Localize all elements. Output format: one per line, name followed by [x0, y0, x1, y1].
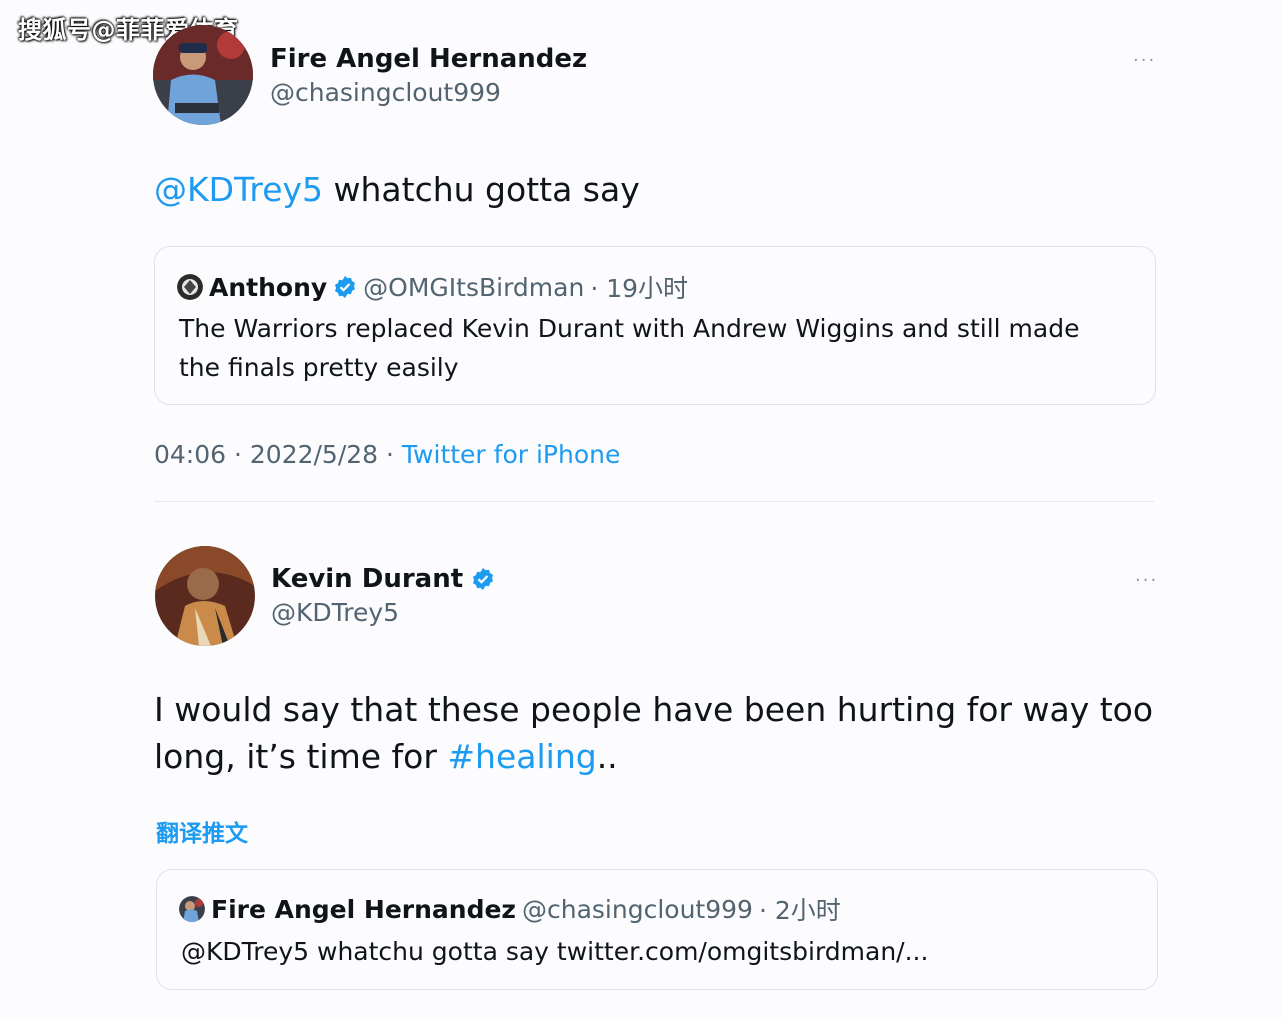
quoted-tweet-body: The Warriors replaced Kevin Durant with … — [179, 314, 1080, 382]
hashtag-link[interactable]: #healing — [447, 737, 596, 776]
tweet-line-2: long, it’s time for #healing.. — [154, 733, 1154, 780]
tweet-suffix: .. — [596, 737, 618, 776]
quoted-tweet-card[interactable]: Anthony @OMGItsBirdman · 19小时 The Warrio… — [154, 246, 1156, 405]
quoted-author-name-2: Fire Angel Hernandez — [211, 894, 516, 924]
quoted-time: · 19小时 — [590, 274, 689, 303]
quoted-avatar — [177, 274, 203, 300]
more-options-icon[interactable]: ··· — [1135, 570, 1158, 591]
mini-avatar-icon — [179, 896, 205, 922]
quoted-tweet-header: Anthony @OMGItsBirdman · 19小时 — [177, 269, 688, 305]
quoted-time-2: · 2小时 — [758, 896, 841, 925]
kd-photo-icon — [155, 546, 255, 646]
author-name-text: Kevin Durant — [271, 564, 464, 594]
tweet-timestamp: 04:06 · 2022/5/28 · — [154, 440, 402, 469]
quoted-avatar-2 — [179, 896, 205, 922]
quoted-tweet-card-2[interactable]: Fire Angel Hernandez @chasingclout999 · … — [156, 869, 1158, 990]
tweet-line-2-prefix: long, it’s time for — [154, 737, 448, 776]
mini-avatar-icon — [177, 274, 203, 300]
author-name-text: Fire Angel Hernandez — [270, 44, 588, 74]
avatar-fire-angel[interactable] — [153, 25, 253, 125]
tweet-body: whatchu gotta say — [323, 170, 640, 209]
author-name-kd[interactable]: Kevin Durant — [271, 564, 495, 594]
tweet-text-kd: I would say that these people have been … — [154, 686, 1154, 780]
quoted-author-handle: @OMGItsBirdman — [363, 272, 585, 302]
verified-badge-icon — [473, 568, 494, 590]
verified-badge-icon — [335, 276, 356, 298]
tweet-meta: 04:06 · 2022/5/28 · Twitter for iPhone — [154, 440, 620, 469]
more-options-icon[interactable]: ··· — [1133, 50, 1156, 71]
quoted-tweet-header-2: Fire Angel Hernandez @chasingclout999 · … — [179, 891, 841, 927]
tweet-line-1: I would say that these people have been … — [154, 690, 1154, 729]
quoted-author-name: Anthony — [209, 272, 328, 302]
mention-link[interactable]: @KDTrey5 — [154, 170, 323, 209]
tweet-source-link[interactable]: Twitter for iPhone — [402, 440, 620, 469]
umpire-photo-icon — [153, 25, 253, 125]
author-name[interactable]: Fire Angel Hernandez — [270, 44, 587, 74]
author-handle-kd[interactable]: @KDTrey5 — [271, 598, 399, 627]
translate-tweet-link[interactable]: 翻译推文 — [156, 814, 248, 848]
quoted-author-handle-2: @chasingclout999 — [521, 894, 753, 924]
author-handle[interactable]: @chasingclout999 — [270, 78, 501, 107]
quoted-tweet-body-2: @KDTrey5 whatchu gotta say twitter.com/o… — [181, 937, 929, 966]
divider — [154, 501, 1154, 502]
avatar-kevin-durant[interactable] — [155, 546, 255, 646]
tweet-text: @KDTrey5 whatchu gotta say — [154, 166, 640, 213]
